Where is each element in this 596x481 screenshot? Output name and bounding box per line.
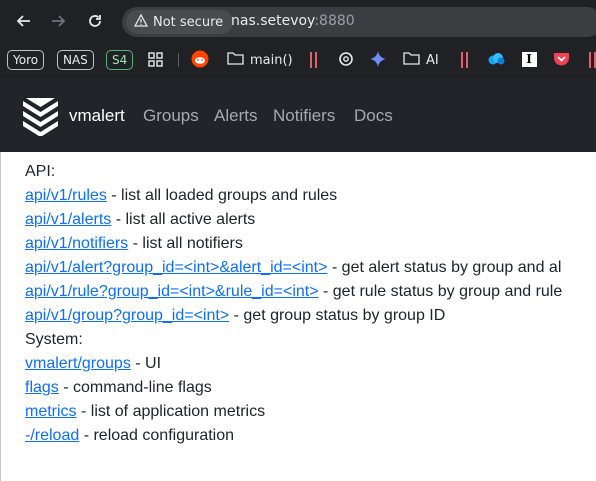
- brand-name[interactable]: vmalert: [69, 106, 125, 126]
- api-alerts-link[interactable]: api/v1/alerts: [25, 211, 111, 228]
- nav-notifiers-link[interactable]: Notifiers: [273, 106, 335, 126]
- security-label: Not secure: [153, 14, 224, 30]
- browser-chrome: Not secure nas.setevoy:8880 Yoro NAS S4 …: [0, 0, 596, 79]
- warning-icon: [133, 13, 149, 31]
- api-rule-status-link[interactable]: api/v1/rule?group_id=<int>&rule_id=<int>: [25, 283, 319, 300]
- gemini-icon[interactable]: [369, 50, 387, 68]
- list-item: api/v1/alerts - list all active alerts: [25, 211, 256, 228]
- instapaper-icon[interactable]: I: [520, 50, 538, 68]
- vmalert-navbar: vmalert Groups Alerts Notifiers Docs: [0, 79, 596, 152]
- folder-icon: [403, 51, 420, 69]
- nav-groups-link[interactable]: Groups: [143, 106, 199, 126]
- bookmark-bars-icon[interactable]: [310, 52, 317, 68]
- reload-link[interactable]: -/reload: [25, 427, 79, 444]
- security-chip[interactable]: Not secure: [126, 10, 234, 34]
- reddit-icon[interactable]: [191, 50, 209, 68]
- bookmark-nas[interactable]: NAS: [57, 50, 94, 70]
- vmalert-groups-link[interactable]: vmalert/groups: [25, 355, 131, 372]
- list-item: metrics - list of application metrics: [25, 403, 266, 420]
- bookmarks-bar: Yoro NAS S4 main() AI I: [0, 46, 596, 74]
- api-rules-link[interactable]: api/v1/rules: [25, 187, 107, 204]
- list-item: api/v1/notifiers - list all notifiers: [25, 235, 243, 252]
- nav-alerts-link[interactable]: Alerts: [214, 106, 257, 126]
- bookmark-folder-ai[interactable]: AI: [403, 50, 439, 70]
- openai-icon[interactable]: [337, 50, 355, 68]
- forward-icon[interactable]: [46, 8, 72, 34]
- metrics-link[interactable]: metrics: [25, 403, 77, 420]
- list-item: vmalert/groups - UI: [25, 355, 162, 372]
- list-item: -/reload - reload configuration: [25, 427, 235, 444]
- api-alert-status-link[interactable]: api/v1/alert?group_id=<int>&alert_id=<in…: [25, 259, 327, 276]
- url-text[interactable]: nas.setevoy:8880: [231, 13, 355, 29]
- back-icon[interactable]: [10, 8, 36, 34]
- list-item: api/v1/alert?group_id=<int>&alert_id=<in…: [25, 259, 562, 276]
- flags-link[interactable]: flags: [25, 379, 59, 396]
- list-item: flags - command-line flags: [25, 379, 212, 396]
- api-notifiers-link[interactable]: api/v1/notifiers: [25, 235, 128, 252]
- bookmark-bars-icon[interactable]: [589, 52, 596, 68]
- pocket-icon[interactable]: [552, 50, 570, 68]
- apps-grid-icon[interactable]: [146, 50, 164, 68]
- reload-icon[interactable]: [82, 8, 108, 34]
- list-item: api/v1/rule?group_id=<int>&rule_id=<int>…: [25, 283, 563, 300]
- list-item: api/v1/rules - list all loaded groups an…: [25, 187, 338, 204]
- bookmark-s4[interactable]: S4: [106, 50, 134, 70]
- api-heading: API:: [25, 163, 56, 180]
- vmalert-logo-icon[interactable]: [22, 96, 59, 137]
- api-group-status-link[interactable]: api/v1/group?group_id=<int>: [25, 307, 229, 324]
- folder-icon: [227, 51, 244, 69]
- address-bar[interactable]: Not secure nas.setevoy:8880: [122, 7, 596, 37]
- bookmark-folder-main[interactable]: main(): [227, 50, 293, 70]
- bookmark-yoro[interactable]: Yoro: [7, 50, 45, 70]
- system-heading: System:: [25, 331, 83, 348]
- list-item: api/v1/group?group_id=<int> - get group …: [25, 307, 446, 324]
- nav-docs-link[interactable]: Docs: [354, 106, 393, 126]
- page-content: API: api/v1/rules - list all loaded grou…: [0, 152, 596, 481]
- cloud-icon[interactable]: [487, 50, 505, 68]
- bookmark-bars-icon[interactable]: [461, 52, 468, 68]
